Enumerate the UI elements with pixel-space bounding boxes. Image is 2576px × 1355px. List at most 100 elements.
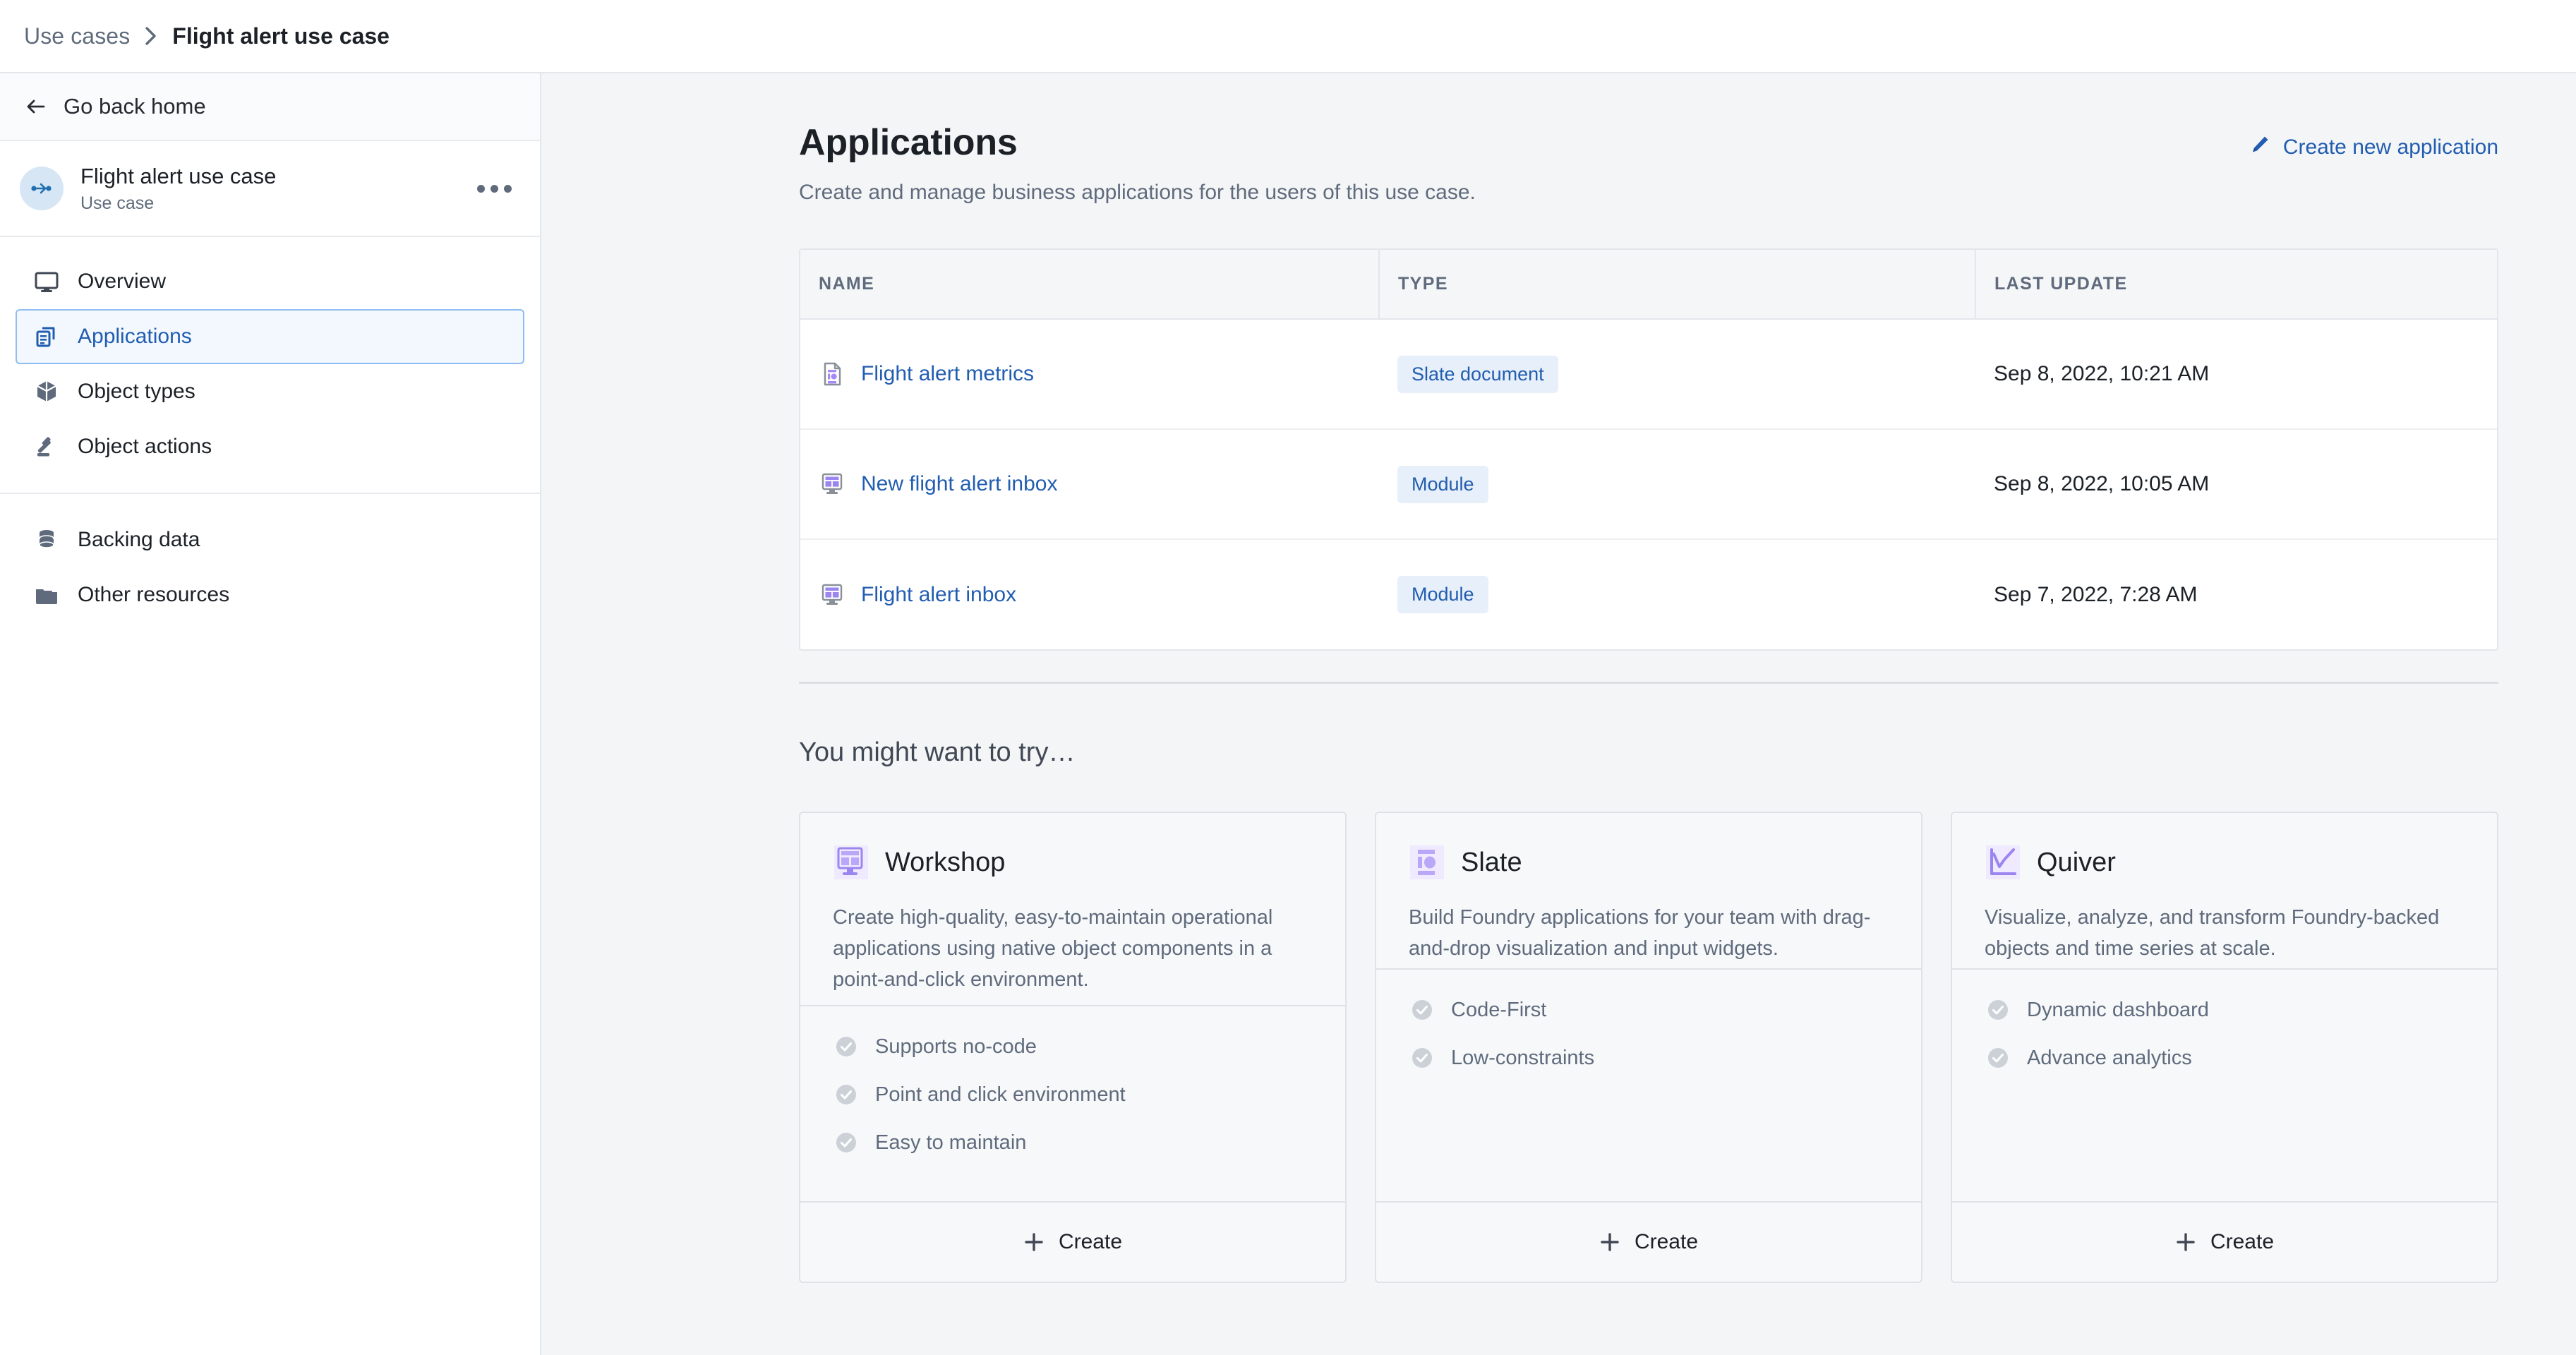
usecase-subtitle: Use case	[80, 193, 155, 213]
type-badge: Module	[1397, 576, 1488, 613]
application-name-link[interactable]: Flight alert metrics	[861, 362, 1034, 386]
table-row[interactable]: Flight alert metrics Slate document Sep …	[800, 319, 2497, 430]
usecase-title: Flight alert use case	[80, 164, 277, 189]
cell-name: New flight alert inbox	[800, 429, 1379, 540]
feature-item: Dynamic dashboard	[1985, 996, 2464, 1023]
more-horizontal-icon[interactable]	[473, 175, 516, 203]
cell-type: Module	[1379, 429, 1975, 540]
cell-name: Flight alert inbox	[800, 539, 1379, 649]
check-circle-icon	[1985, 1044, 2011, 1071]
check-circle-icon	[833, 1129, 860, 1156]
page-header-text: Applications Create and manage business …	[799, 121, 1476, 205]
sidebar-item-label: Overview	[78, 270, 167, 293]
module-icon	[819, 582, 845, 608]
card-description: Create high-quality, easy-to-maintain op…	[833, 906, 1273, 992]
cell-last-update: Sep 8, 2022, 10:05 AM	[1975, 429, 2497, 540]
sidebar-item-label: Other resources	[78, 583, 230, 606]
table-row[interactable]: Flight alert inbox Module Sep 7, 2022, 7…	[800, 539, 2497, 649]
feature-item: Easy to maintain	[833, 1129, 1313, 1156]
sidebar-item-label: Backing data	[78, 528, 200, 551]
card-features: Code-First Low-constraints	[1376, 968, 1921, 1201]
application-name-link[interactable]: New flight alert inbox	[861, 472, 1057, 496]
cell-type: Module	[1379, 539, 1975, 649]
suggestion-cards: Workshop Create high-quality, easy-to-ma…	[799, 812, 2498, 1283]
card-header: Slate Build Foundry applications for you…	[1376, 813, 1921, 968]
page-title: Applications	[799, 122, 1018, 163]
slate-icon	[1409, 844, 1445, 881]
sidebar-item-label: Object types	[78, 380, 195, 403]
card-title: Slate	[1461, 847, 1522, 877]
sidebar-item-overview[interactable]: Overview	[16, 254, 524, 309]
go-back-home-label: Go back home	[64, 94, 206, 119]
sidebar-nav: Overview Applications Object types Objec…	[0, 237, 540, 622]
card-features: Supports no-code Point and click environ…	[800, 1005, 1345, 1201]
card-description: Build Foundry applications for your team…	[1409, 906, 1871, 960]
check-circle-icon	[833, 1033, 860, 1060]
column-header-last-update[interactable]: LAST UPDATE	[1975, 250, 2497, 320]
applications-table: NAME TYPE LAST UPDATE Flight alert metri…	[799, 248, 2498, 651]
column-header-type[interactable]: TYPE	[1379, 250, 1976, 320]
slate-document-icon	[819, 361, 845, 387]
create-quiver-button[interactable]: Create	[1952, 1201, 2497, 1282]
page-header: Applications Create and manage business …	[541, 73, 2498, 205]
type-badge: Slate document	[1397, 355, 1558, 393]
check-circle-icon	[833, 1081, 860, 1108]
create-slate-button[interactable]: Create	[1376, 1201, 1921, 1282]
gavel-icon	[32, 433, 61, 461]
card-workshop[interactable]: Workshop Create high-quality, easy-to-ma…	[799, 812, 1347, 1283]
sidebar-item-applications[interactable]: Applications	[16, 309, 524, 364]
monitor-icon	[32, 267, 61, 296]
card-header: Quiver Visualize, analyze, and transform…	[1952, 813, 2497, 968]
cube-icon	[32, 378, 61, 406]
card-header: Workshop Create high-quality, easy-to-ma…	[800, 813, 1345, 1005]
sidebar-divider	[0, 493, 540, 494]
sidebar-item-object-actions[interactable]: Object actions	[16, 419, 524, 474]
feature-item: Advance analytics	[1985, 1044, 2464, 1071]
feature-item: Point and click environment	[833, 1081, 1313, 1108]
sidebar-item-other-resources[interactable]: Other resources	[16, 567, 524, 622]
sidebar-item-object-types[interactable]: Object types	[16, 364, 524, 419]
feature-item: Code-First	[1409, 996, 1889, 1023]
cell-type: Slate document	[1379, 319, 1975, 430]
arrow-left-icon	[24, 95, 48, 119]
flow-link-icon	[20, 167, 64, 210]
sidebar-item-backing-data[interactable]: Backing data	[16, 512, 524, 567]
applications-icon	[32, 323, 61, 351]
sidebar-nav-primary: Overview Applications Object types Objec…	[0, 254, 540, 474]
card-description: Visualize, analyze, and transform Foundr…	[1985, 906, 2440, 960]
breadcrumb-parent-link[interactable]: Use cases	[24, 23, 130, 49]
create-new-application-button[interactable]: Create new application	[2249, 134, 2498, 161]
check-circle-icon	[1409, 1044, 1436, 1071]
table-row[interactable]: New flight alert inbox Module Sep 8, 202…	[800, 429, 2497, 540]
card-quiver[interactable]: Quiver Visualize, analyze, and transform…	[1951, 812, 2498, 1283]
card-slate[interactable]: Slate Build Foundry applications for you…	[1375, 812, 1922, 1283]
application-name-link[interactable]: Flight alert inbox	[861, 583, 1016, 607]
page-subtitle: Create and manage business applications …	[799, 181, 1476, 204]
usecase-text: Flight alert use case Use case	[80, 163, 473, 214]
feature-item: Low-constraints	[1409, 1044, 1889, 1071]
go-back-home-button[interactable]: Go back home	[0, 73, 540, 141]
plus-icon	[2175, 1231, 2196, 1253]
folder-icon	[32, 581, 61, 609]
chevron-right-icon	[144, 25, 158, 47]
card-title: Quiver	[2037, 847, 2116, 877]
create-button-label: Create	[1058, 1230, 1123, 1253]
pencil-icon	[2249, 134, 2270, 161]
create-workshop-button[interactable]: Create	[800, 1201, 1345, 1282]
quiver-chart-icon	[1985, 844, 2021, 881]
column-header-name[interactable]: NAME	[800, 250, 1380, 320]
sidebar-nav-secondary: Backing data Other resources	[0, 512, 540, 622]
database-icon	[32, 526, 61, 554]
check-circle-icon	[1985, 996, 2011, 1023]
create-button-label: Create	[1634, 1230, 1699, 1253]
plus-icon	[1599, 1231, 1620, 1253]
module-icon	[819, 471, 845, 498]
try-section-title: You might want to try…	[799, 737, 1076, 767]
breadcrumb: Use cases Flight alert use case	[0, 0, 2576, 73]
create-button-label: Create	[2210, 1230, 2275, 1253]
body-split: Go back home Flight alert use case Use c…	[0, 73, 2576, 1355]
type-badge: Module	[1397, 465, 1488, 503]
card-title: Workshop	[885, 847, 1006, 877]
usecase-card[interactable]: Flight alert use case Use case	[0, 141, 540, 237]
feature-label: Low-constraints	[1451, 1046, 1595, 1069]
